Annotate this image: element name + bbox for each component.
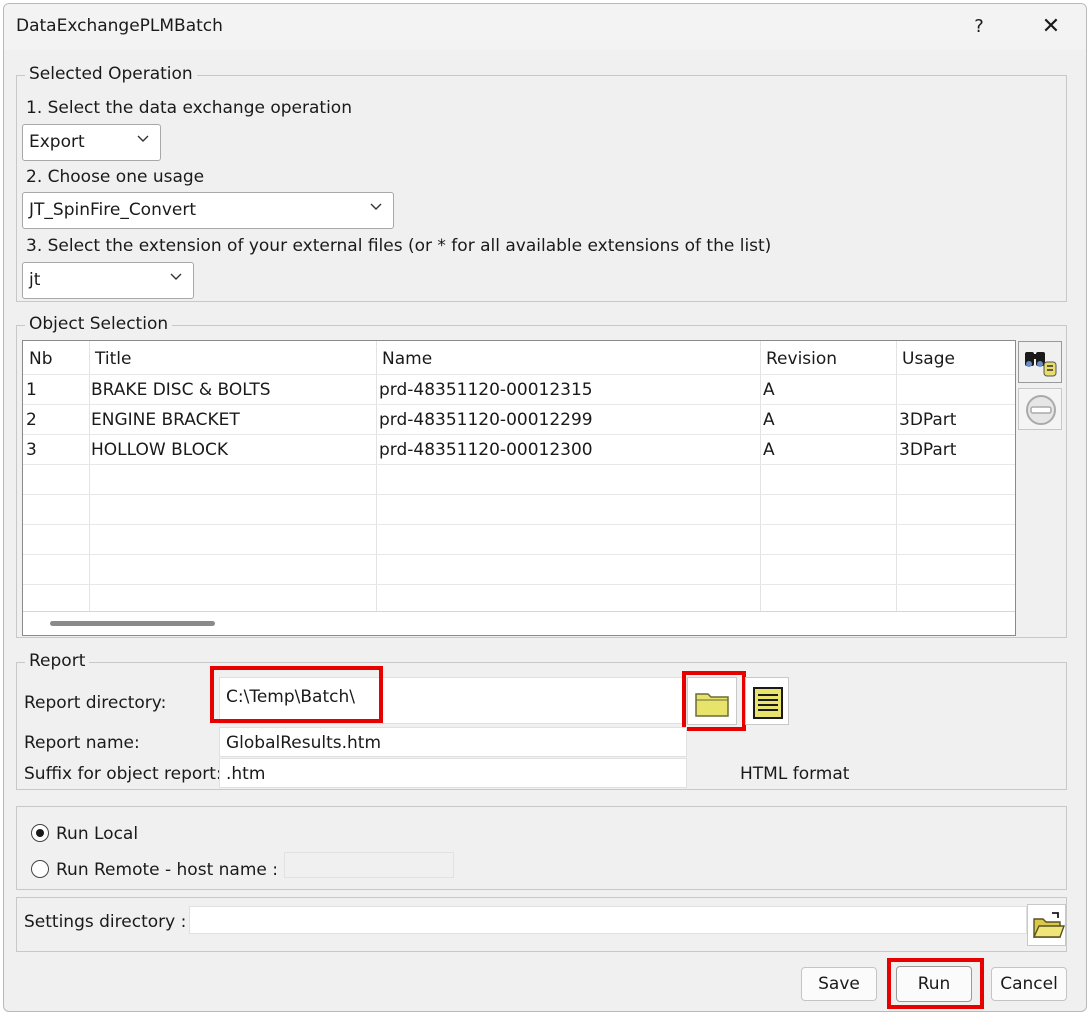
remove-object-button[interactable]: [1018, 388, 1062, 430]
step1-label: 1. Select the data exchange operation: [26, 98, 352, 118]
cell-usage: 3DPart: [899, 440, 957, 460]
save-button-label: Save: [818, 974, 860, 994]
run-local-label: Run Local: [56, 824, 139, 844]
selected-operation-legend: Selected Operation: [25, 64, 197, 84]
usage-select[interactable]: JT_SpinFire_Convert: [22, 192, 394, 229]
report-directory-highlight: [210, 666, 383, 723]
cell-nb: 2: [26, 410, 37, 430]
radio-selected-dot: [36, 829, 44, 837]
object-selection-legend: Object Selection: [25, 314, 173, 334]
report-group: Report Report directory: C:\Temp\Batch\ …: [16, 651, 1067, 790]
cell-name: prd-48351120-00012299: [379, 410, 593, 430]
chevron-down-icon: [137, 135, 149, 142]
binoculars-icon: [1025, 352, 1057, 377]
cell-name: prd-48351120-00012315: [379, 380, 593, 400]
run-local-option[interactable]: Run Local: [31, 821, 281, 847]
run-remote-label: Run Remote - host name :: [56, 860, 278, 880]
report-legend: Report: [25, 651, 90, 671]
report-list-icon: [753, 687, 783, 719]
dialog-window: DataExchangePLMBatch ? ✕ Selected Operat…: [3, 3, 1087, 1012]
chevron-down-icon: [170, 273, 182, 280]
report-name-value: GlobalResults.htm: [226, 733, 382, 753]
run-local-radio[interactable]: [31, 824, 49, 842]
suffix-label: Suffix for object report:: [24, 764, 222, 784]
settings-directory-label: Settings directory :: [24, 912, 187, 932]
help-button[interactable]: ?: [964, 12, 994, 42]
search-objects-button[interactable]: [1018, 341, 1062, 383]
step2-label: 2. Choose one usage: [26, 167, 205, 187]
operation-select[interactable]: Export: [22, 124, 161, 161]
settings-group: Settings directory :: [16, 897, 1067, 952]
cell-revision: A: [763, 410, 775, 430]
cell-title: ENGINE BRACKET: [91, 410, 240, 430]
extension-select-value: jt: [29, 270, 41, 290]
cell-title: HOLLOW BLOCK: [91, 440, 229, 460]
column-header-nb[interactable]: Nb: [29, 349, 53, 369]
report-name-field[interactable]: GlobalResults.htm: [219, 727, 687, 757]
cell-nb: 1: [26, 380, 37, 400]
browse-settings-button[interactable]: [1027, 904, 1066, 946]
open-folder-icon: [1032, 912, 1065, 938]
column-header-title[interactable]: Title: [95, 349, 131, 369]
column-header-revision[interactable]: Revision: [766, 349, 837, 369]
cell-nb: 3: [26, 440, 37, 460]
extension-select[interactable]: jt: [22, 262, 194, 299]
report-directory-label: Report directory:: [24, 693, 167, 713]
window-title: DataExchangePLMBatch: [16, 16, 223, 36]
run-remote-radio[interactable]: [31, 860, 49, 878]
selected-operation-group: Selected Operation 1. Select the data ex…: [16, 64, 1067, 302]
settings-directory-field[interactable]: [189, 906, 1027, 934]
cancel-button-label: Cancel: [1000, 974, 1058, 994]
operation-select-value: Export: [29, 132, 85, 152]
suffix-value: .htm: [226, 764, 266, 784]
usage-select-value: JT_SpinFire_Convert: [29, 200, 197, 220]
remove-icon: [1026, 395, 1056, 425]
column-header-usage[interactable]: Usage: [902, 349, 955, 369]
suffix-field[interactable]: .htm: [219, 758, 687, 788]
open-report-button[interactable]: [745, 677, 789, 725]
scrollbar-thumb[interactable]: [50, 621, 215, 626]
run-button-highlight: [887, 958, 984, 1009]
run-mode-group: Run Local Run Remote - host name :: [16, 806, 1067, 890]
object-table: Nb Title Name Revision Usage 1 BRAKE DIS…: [22, 340, 1016, 636]
title-bar: DataExchangePLMBatch ? ✕: [4, 4, 1086, 50]
cell-revision: A: [763, 440, 775, 460]
object-selection-group: Object Selection Nb Title Name Revision …: [16, 314, 1067, 638]
cell-title: BRAKE DISC & BOLTS: [91, 380, 271, 400]
report-format-label: HTML format: [740, 764, 850, 784]
step3-label: 3. Select the extension of your external…: [26, 236, 772, 256]
run-remote-option[interactable]: Run Remote - host name :: [31, 857, 291, 883]
column-header-name[interactable]: Name: [382, 349, 432, 369]
save-button[interactable]: Save: [801, 967, 877, 1001]
cancel-button[interactable]: Cancel: [991, 967, 1067, 1001]
browse-button-highlight: [682, 671, 746, 731]
cell-revision: A: [763, 380, 775, 400]
cell-name: prd-48351120-00012300: [379, 440, 593, 460]
horizontal-scrollbar[interactable]: [23, 612, 1015, 635]
close-button[interactable]: ✕: [1034, 12, 1068, 42]
cell-usage: 3DPart: [899, 410, 957, 430]
host-name-field[interactable]: [284, 852, 454, 878]
report-name-label: Report name:: [24, 733, 140, 753]
chevron-down-icon: [370, 203, 382, 210]
